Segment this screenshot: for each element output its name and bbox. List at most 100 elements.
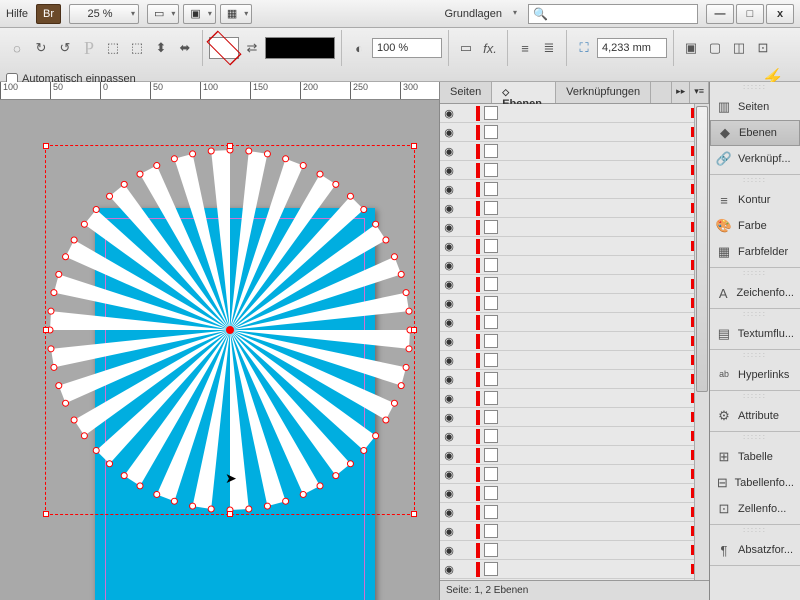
- rotate-ccw-icon[interactable]: ↺: [54, 37, 76, 59]
- visibility-icon[interactable]: ◉: [442, 316, 456, 329]
- visibility-icon[interactable]: ◉: [442, 221, 456, 234]
- zoom-dropdown[interactable]: 25 %: [69, 4, 139, 24]
- panel-farbf[interactable]: ▦Farbfelder: [710, 239, 800, 265]
- panel-kontur[interactable]: ≡Kontur: [710, 187, 800, 213]
- panel-attr[interactable]: ⚙Attribute: [710, 403, 800, 429]
- text-wrap-1-icon[interactable]: ≡: [514, 37, 536, 59]
- layer-row[interactable]: ◉: [440, 123, 709, 142]
- layer-row[interactable]: ◉: [440, 427, 709, 446]
- selection-handle[interactable]: [227, 511, 233, 517]
- align-2-icon[interactable]: ⬚: [126, 37, 148, 59]
- layer-row[interactable]: ◉: [440, 313, 709, 332]
- scrollbar[interactable]: [694, 104, 709, 580]
- fit-3-icon[interactable]: ◫: [728, 37, 750, 59]
- panel-hyper[interactable]: ᵃᵇHyperlinks: [710, 362, 800, 388]
- fill-swatch[interactable]: [209, 37, 239, 59]
- panel-tabelle[interactable]: ⊞Tabelle: [710, 444, 800, 470]
- layer-row[interactable]: ◉: [440, 218, 709, 237]
- layer-row[interactable]: ◉: [440, 503, 709, 522]
- close-button[interactable]: x: [766, 4, 794, 24]
- measure-field[interactable]: 4,233 mm: [597, 38, 667, 58]
- visibility-icon[interactable]: ◉: [442, 278, 456, 291]
- layer-row[interactable]: ◉: [440, 351, 709, 370]
- visibility-icon[interactable]: ◉: [442, 297, 456, 310]
- layer-row[interactable]: ◉: [440, 294, 709, 313]
- layer-row[interactable]: ◉: [440, 408, 709, 427]
- visibility-icon[interactable]: ◉: [442, 525, 456, 538]
- selection-handle[interactable]: [43, 143, 49, 149]
- visibility-icon[interactable]: ◉: [442, 506, 456, 519]
- panel-absatz[interactable]: ¶Absatzfor...: [710, 537, 800, 563]
- deselect-icon[interactable]: ◌: [6, 37, 28, 59]
- layer-row[interactable]: ◉: [440, 237, 709, 256]
- layer-row[interactable]: ◉: [440, 256, 709, 275]
- selection-handle[interactable]: [227, 143, 233, 149]
- view-options-3[interactable]: ▦: [220, 4, 252, 24]
- view-options-1[interactable]: ▭: [147, 4, 179, 24]
- panel-zellenf[interactable]: ⊡Zellenfo...: [710, 496, 800, 522]
- layer-row[interactable]: ◉: [440, 541, 709, 560]
- visibility-icon[interactable]: ◉: [442, 107, 456, 120]
- panel-ebenen[interactable]: ◆Ebenen: [710, 120, 800, 146]
- layer-row[interactable]: ◉: [440, 522, 709, 541]
- visibility-icon[interactable]: ◉: [442, 259, 456, 272]
- fit-4-icon[interactable]: ⊡: [752, 37, 774, 59]
- fit-1-icon[interactable]: ▣: [680, 37, 702, 59]
- layer-row[interactable]: ◉: [440, 465, 709, 484]
- layer-row[interactable]: ◉: [440, 484, 709, 503]
- tab-ebenen[interactable]: ◇ Ebenen: [492, 82, 556, 103]
- opacity-field[interactable]: 100 %: [372, 38, 442, 58]
- visibility-icon[interactable]: ◉: [442, 335, 456, 348]
- visibility-icon[interactable]: ◉: [442, 145, 456, 158]
- text-wrap-2-icon[interactable]: ≣: [538, 37, 560, 59]
- layer-row[interactable]: ◉: [440, 180, 709, 199]
- panel-collapse-icon[interactable]: ▸▸: [672, 82, 690, 103]
- visibility-icon[interactable]: ◉: [442, 411, 456, 424]
- panel-tabellenf[interactable]: ⊟Tabellenfo...: [710, 470, 800, 496]
- layer-row[interactable]: ◉: [440, 275, 709, 294]
- visibility-icon[interactable]: ◉: [442, 183, 456, 196]
- panel-menu-icon[interactable]: ▾≡: [690, 82, 709, 103]
- panel-textum[interactable]: ▤Textumflu...: [710, 321, 800, 347]
- distribute-1-icon[interactable]: ⬍: [150, 37, 172, 59]
- rotate-cw-icon[interactable]: ↻: [30, 37, 52, 59]
- search-input[interactable]: 🔍: [528, 4, 698, 24]
- visibility-icon[interactable]: ◉: [442, 468, 456, 481]
- visibility-icon[interactable]: ◉: [442, 392, 456, 405]
- effects-icon[interactable]: ▭: [455, 37, 477, 59]
- canvas[interactable]: ➤: [0, 100, 439, 600]
- tab-verknuepfungen[interactable]: Verknüpfungen: [556, 82, 651, 103]
- fit-2-icon[interactable]: ▢: [704, 37, 726, 59]
- visibility-icon[interactable]: ◉: [442, 354, 456, 367]
- visibility-icon[interactable]: ◉: [442, 240, 456, 253]
- layer-row[interactable]: ◉: [440, 142, 709, 161]
- tab-seiten[interactable]: Seiten: [440, 82, 492, 103]
- layer-row[interactable]: ◉: [440, 446, 709, 465]
- visibility-icon[interactable]: ◉: [442, 449, 456, 462]
- bridge-button[interactable]: Br: [36, 4, 61, 24]
- visibility-icon[interactable]: ◉: [442, 544, 456, 557]
- visibility-icon[interactable]: ◉: [442, 164, 456, 177]
- layer-row[interactable]: ◉: [440, 161, 709, 180]
- frame-fit-icon[interactable]: ⛶: [573, 37, 595, 59]
- stroke-swatch[interactable]: [265, 37, 335, 59]
- visibility-icon[interactable]: ◉: [442, 373, 456, 386]
- panel-seiten[interactable]: ▥Seiten: [710, 94, 800, 120]
- panel-farbe[interactable]: 🎨Farbe: [710, 213, 800, 239]
- selection-handle[interactable]: [43, 511, 49, 517]
- help-menu[interactable]: Hilfe: [6, 8, 28, 20]
- panel-verk[interactable]: 🔗Verknüpf...: [710, 146, 800, 172]
- maximize-button[interactable]: □: [736, 4, 764, 24]
- layer-row[interactable]: ◉: [440, 332, 709, 351]
- layer-list[interactable]: ◉ ◉ ◉ ◉ ◉ ◉ ◉ ◉ ◉ ◉ ◉ ◉ ◉ ◉ ◉ ◉ ◉ ◉ ◉ ◉ ◉ ◉ ◉ ◉ ◉: [440, 104, 709, 580]
- swap-fill-stroke-icon[interactable]: ⇄: [241, 37, 263, 59]
- layer-row[interactable]: ◉: [440, 389, 709, 408]
- workspace-dropdown[interactable]: Grundlagen: [441, 6, 521, 22]
- fx-icon[interactable]: fx.: [479, 37, 501, 59]
- selection-handle[interactable]: [411, 327, 417, 333]
- view-options-2[interactable]: ▣: [183, 4, 215, 24]
- layer-row[interactable]: ◉: [440, 560, 709, 579]
- align-1-icon[interactable]: ⬚: [102, 37, 124, 59]
- layer-row[interactable]: ◉: [440, 199, 709, 218]
- distribute-2-icon[interactable]: ⬌: [174, 37, 196, 59]
